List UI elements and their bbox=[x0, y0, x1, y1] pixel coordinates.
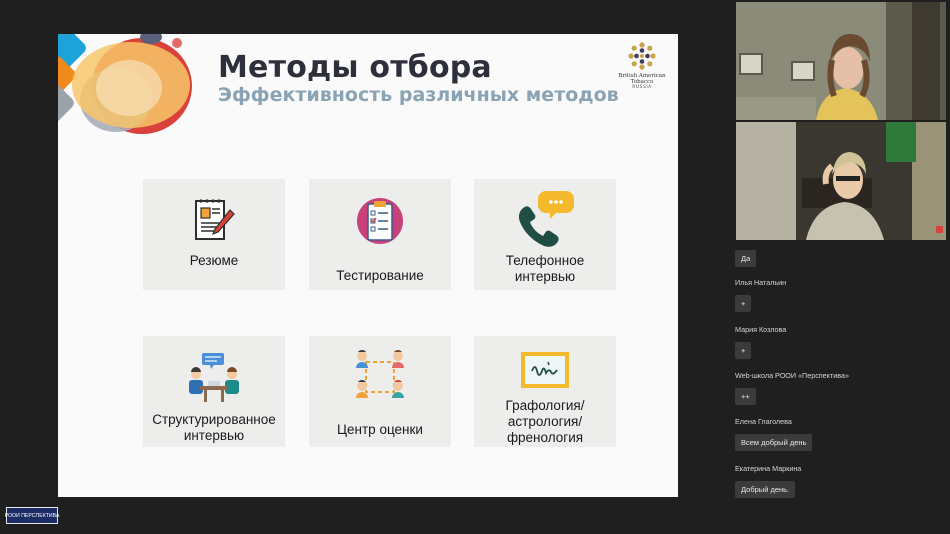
chat-message: Илья Натальин + bbox=[735, 278, 786, 312]
shared-screen: Методы отбора Эффективность различных ме… bbox=[0, 0, 730, 534]
method-card-resume: Резюме bbox=[143, 179, 285, 290]
handwriting-icon bbox=[521, 352, 569, 388]
slide-subtitle: Эффективность различных методов bbox=[218, 84, 619, 106]
card-label: Структурированное интервью bbox=[152, 412, 276, 443]
method-card-structured-interview: Структурированное интервью bbox=[143, 336, 285, 447]
card-label: Резюме bbox=[189, 253, 239, 268]
card-label: Графология/ астрология/ френология bbox=[505, 398, 585, 445]
method-card-assessment-center: Центр оценки bbox=[309, 336, 451, 447]
organization-badge[interactable]: РООИ ПЕРСПЕКТИВА bbox=[5, 507, 59, 524]
card-label: Телефонное интервью bbox=[505, 253, 585, 284]
chat-message-text: Всем добрый день bbox=[735, 434, 813, 451]
participant-video-tile[interactable] bbox=[736, 2, 946, 120]
chat-author: Мария Козлова bbox=[735, 325, 787, 334]
muted-mic-icon bbox=[936, 226, 943, 233]
participant-video-feed bbox=[736, 2, 946, 120]
card-label: Центр оценки bbox=[337, 422, 423, 437]
chat-message-text: + bbox=[735, 342, 752, 359]
presentation-slide: Методы отбора Эффективность различных ме… bbox=[58, 34, 678, 497]
phone-icon bbox=[518, 191, 574, 247]
brand-country: RUSSIA bbox=[632, 85, 652, 90]
participant-video-feed bbox=[736, 122, 946, 240]
chat-message: Елена Глаголева Всем добрый день bbox=[735, 417, 813, 451]
chat-message: Web-школа РООИ «Перспектива» ++ bbox=[735, 371, 849, 405]
brand-logo: British American Tobacco RUSSIA bbox=[609, 41, 675, 90]
chat-message-text: + bbox=[735, 295, 752, 312]
method-card-testing: Тестирование bbox=[309, 179, 451, 290]
chat-message-text: Да bbox=[735, 250, 757, 267]
bat-logo-icon bbox=[628, 42, 656, 70]
assessment-center-icon bbox=[356, 350, 404, 398]
brand-name: British American Tobacco bbox=[618, 73, 666, 85]
decorative-blob-pink bbox=[172, 38, 182, 48]
test-clipboard-icon bbox=[357, 198, 403, 244]
participant-video-tile[interactable] bbox=[736, 122, 946, 240]
chat-message: Екатерина Маркина Добрый день. bbox=[735, 464, 801, 498]
method-card-graphology: Графология/ астрология/ френология bbox=[474, 336, 616, 447]
method-card-phone-interview: Телефонное интервью bbox=[474, 179, 616, 290]
chat-message: Да bbox=[735, 248, 757, 267]
chat-author: Елена Глаголева bbox=[735, 417, 792, 426]
card-label: Тестирование bbox=[336, 268, 424, 283]
chat-message-text: ++ bbox=[735, 388, 756, 405]
chat-message: Мария Козлова + bbox=[735, 325, 786, 359]
decorative-blob-light bbox=[96, 60, 162, 116]
interview-icon bbox=[189, 353, 239, 402]
chat-author: Екатерина Маркина bbox=[735, 464, 802, 473]
chat-author: Web-школа РООИ «Перспектива» bbox=[735, 371, 849, 380]
chat-message-text: Добрый день. bbox=[735, 481, 796, 498]
chat-author: Илья Натальин bbox=[735, 278, 787, 287]
resume-icon bbox=[195, 199, 235, 240]
slide-title: Методы отбора bbox=[218, 50, 492, 85]
